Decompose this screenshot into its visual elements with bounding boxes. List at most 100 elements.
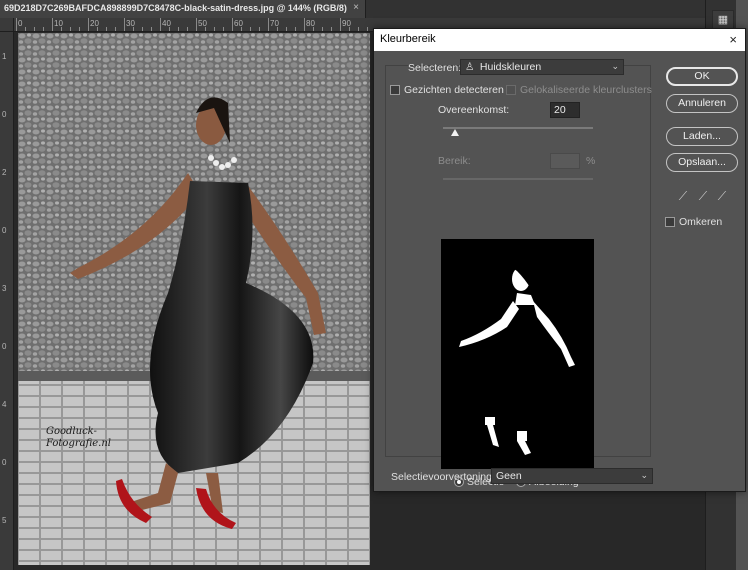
ruler-tick bbox=[349, 27, 350, 31]
layers-icon[interactable]: ▦ bbox=[712, 10, 734, 30]
dialog-close-icon[interactable]: × bbox=[729, 32, 737, 47]
ruler-v-label: 2 bbox=[2, 168, 7, 177]
document-close-icon[interactable]: × bbox=[353, 2, 359, 13]
ruler-corner bbox=[0, 18, 14, 32]
fuzziness-slider-track[interactable] bbox=[443, 127, 593, 129]
ruler-tick bbox=[214, 27, 215, 31]
ruler-v-label: 1 bbox=[2, 52, 7, 61]
ruler-tick bbox=[34, 27, 35, 31]
watermark: Goodluck- Fotografie.nl bbox=[46, 426, 111, 450]
selection-mask-image bbox=[441, 239, 594, 469]
dialog-title: Kleurbereik bbox=[380, 33, 436, 45]
watermark-line-2: Fotografie.nl bbox=[46, 438, 111, 449]
ruler-v-label: 4 bbox=[2, 400, 7, 409]
ruler-tick bbox=[241, 27, 242, 31]
select-value: Huidskleuren bbox=[479, 61, 542, 73]
ruler-tick bbox=[250, 27, 251, 31]
range-input[interactable] bbox=[550, 153, 580, 169]
document-tab-bar: 69D218D7C269BAFDCA898899D7C8478C-black-s… bbox=[0, 0, 705, 18]
save-button[interactable]: Opslaan... bbox=[666, 153, 738, 172]
ruler-v-label: 0 bbox=[2, 458, 7, 467]
ruler-tick bbox=[223, 27, 224, 31]
ruler-tick bbox=[97, 27, 98, 31]
ruler-tick bbox=[205, 27, 206, 31]
ruler-tick bbox=[79, 27, 80, 31]
eyedropper-icon[interactable]: ⟋ bbox=[676, 189, 690, 203]
ruler-tick bbox=[61, 27, 62, 31]
preview-mode-value: Geen bbox=[496, 470, 522, 482]
ruler-tick bbox=[313, 27, 314, 31]
photoshop-window: 69D218D7C269BAFDCA898899D7C8478C-black-s… bbox=[0, 0, 748, 570]
ruler-tick bbox=[178, 27, 179, 31]
ruler-tick bbox=[70, 27, 71, 31]
ruler-tick bbox=[169, 27, 170, 31]
ruler-tick bbox=[295, 27, 296, 31]
watermark-line-1: Goodluck- bbox=[46, 426, 97, 437]
ruler-tick bbox=[16, 18, 17, 31]
cancel-button[interactable]: Annuleren bbox=[666, 94, 738, 113]
photo-canvas[interactable]: Goodluck- Fotografie.nl bbox=[18, 33, 370, 565]
fuzziness-input[interactable]: 20 bbox=[550, 102, 580, 118]
select-label: Selecteren: bbox=[408, 62, 462, 74]
ruler-tick bbox=[331, 27, 332, 31]
ruler-tick bbox=[124, 18, 125, 31]
localized-clusters-label: Gelokaliseerde kleurclusters bbox=[520, 84, 652, 96]
ruler-tick bbox=[106, 27, 107, 31]
ruler-v-label: 0 bbox=[2, 226, 7, 235]
ok-button[interactable]: OK bbox=[666, 67, 738, 86]
ruler-v-label: 0 bbox=[2, 342, 7, 351]
ruler-tick bbox=[52, 18, 53, 31]
ruler-tick bbox=[340, 18, 341, 31]
load-button[interactable]: Laden... bbox=[666, 127, 738, 146]
ruler-v-label: 5 bbox=[2, 516, 7, 525]
document-tab[interactable]: 69D218D7C269BAFDCA898899D7C8478C-black-s… bbox=[0, 0, 366, 18]
ruler-v-label: 0 bbox=[2, 110, 7, 119]
ruler-tick bbox=[133, 27, 134, 31]
ruler-tick bbox=[277, 27, 278, 31]
ruler-tick bbox=[88, 18, 89, 31]
ruler-tick bbox=[196, 18, 197, 31]
eyedropper-minus-icon[interactable]: ⟋ bbox=[715, 189, 729, 203]
ruler-tick bbox=[304, 18, 305, 31]
invert-checkbox[interactable] bbox=[665, 217, 675, 227]
detect-faces-checkbox[interactable] bbox=[390, 85, 400, 95]
range-slider-track[interactable] bbox=[443, 178, 593, 180]
ruler-tick bbox=[43, 27, 44, 31]
select-dropdown[interactable]: ♙ Huidskleuren ⌄ bbox=[460, 59, 624, 75]
ruler-tick bbox=[259, 27, 260, 31]
range-label: Bereik: bbox=[438, 155, 471, 167]
chevron-down-icon: ⌄ bbox=[611, 61, 619, 71]
ruler-tick bbox=[322, 27, 323, 31]
range-unit: % bbox=[586, 155, 596, 167]
ruler-tick bbox=[286, 27, 287, 31]
eyedropper-plus-icon[interactable]: ⟋ bbox=[696, 189, 710, 203]
photo-image bbox=[18, 33, 370, 565]
color-range-dialog: Kleurbereik × Selecteren: ♙ Huidskleuren… bbox=[373, 28, 746, 492]
selection-preview[interactable] bbox=[441, 239, 594, 469]
ruler-tick bbox=[142, 27, 143, 31]
ruler-h-label: 0 bbox=[18, 19, 23, 28]
ruler-tick bbox=[25, 27, 26, 31]
fuzziness-slider-thumb[interactable] bbox=[451, 129, 459, 136]
dialog-main-panel: Selecteren: ♙ Huidskleuren ⌄ Gezichten d… bbox=[385, 59, 652, 488]
invert-label: Omkeren bbox=[679, 216, 723, 228]
ruler-tick bbox=[187, 27, 188, 31]
ruler-tick bbox=[268, 18, 269, 31]
preview-mode-dropdown[interactable]: Geen ⌄ bbox=[491, 468, 653, 484]
ruler-tick bbox=[151, 27, 152, 31]
fuzziness-label: Overeenkomst: bbox=[438, 104, 510, 116]
dialog-titlebar[interactable]: Kleurbereik × bbox=[374, 29, 745, 51]
person-icon: ♙ bbox=[465, 61, 475, 73]
ruler-tick bbox=[367, 27, 368, 31]
chevron-down-icon: ⌄ bbox=[640, 470, 648, 480]
ruler-tick bbox=[160, 18, 161, 31]
localized-clusters-checkbox[interactable] bbox=[506, 85, 516, 95]
ruler-tick bbox=[358, 27, 359, 31]
ruler-v-label: 3 bbox=[2, 284, 7, 293]
document-tab-title: 69D218D7C269BAFDCA898899D7C8478C-black-s… bbox=[4, 3, 347, 13]
preview-mode-label: Selectievoorvertoning: bbox=[391, 471, 495, 483]
vertical-ruler[interactable]: 1 0 2 0 3 0 4 0 5 bbox=[0, 32, 14, 570]
ruler-tick bbox=[115, 27, 116, 31]
detect-faces-label: Gezichten detecteren bbox=[404, 84, 504, 96]
ruler-tick bbox=[232, 18, 233, 31]
